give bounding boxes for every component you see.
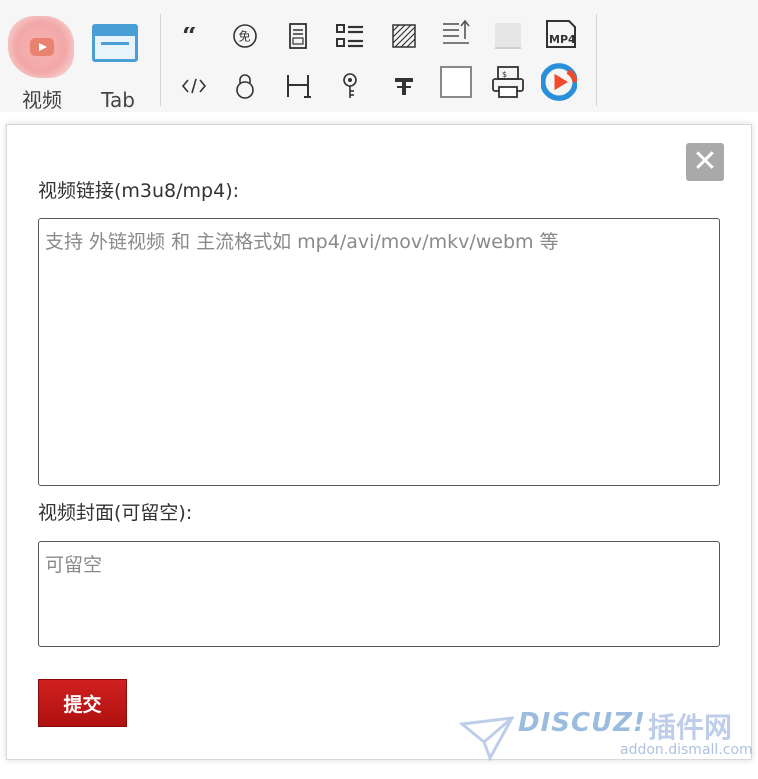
video-dialog: ✕ 视频链接(m3u8/mp4): 视频封面(可留空): 提交 bbox=[6, 124, 752, 760]
tab-icon bbox=[92, 24, 138, 62]
watermark-brand: DISCUZ! bbox=[518, 708, 646, 738]
video-link-label: 视频链接(m3u8/mp4): bbox=[38, 180, 240, 202]
blank-icon[interactable] bbox=[490, 18, 526, 54]
close-icon: ✕ bbox=[692, 144, 718, 179]
paper-plane-icon bbox=[460, 716, 514, 762]
close-button[interactable]: ✕ bbox=[686, 143, 724, 181]
cover-label: 视频封面(可留空): bbox=[38, 502, 193, 524]
text-icon[interactable] bbox=[386, 68, 422, 104]
square-icon[interactable] bbox=[438, 64, 474, 100]
code-icon[interactable] bbox=[176, 68, 212, 104]
document-icon[interactable] bbox=[280, 18, 316, 54]
mp4-icon[interactable]: MP4 bbox=[543, 16, 579, 52]
quote-icon[interactable]: “ bbox=[176, 18, 212, 54]
tab-button[interactable]: Tab bbox=[80, 10, 156, 112]
svg-text:MP4: MP4 bbox=[549, 33, 576, 46]
sort-up-icon[interactable] bbox=[438, 14, 474, 50]
list-icon[interactable] bbox=[332, 18, 368, 54]
svg-text:$: $ bbox=[502, 70, 507, 79]
video-icon bbox=[8, 16, 74, 78]
svg-text:“: “ bbox=[182, 27, 197, 45]
free-icon[interactable]: 免 bbox=[227, 18, 263, 54]
watermark-cn: 插件网 bbox=[648, 711, 733, 744]
video-button[interactable]: 视频 bbox=[4, 10, 80, 112]
watermark-url: addon.dismall.com bbox=[620, 742, 753, 758]
watermark: DISCUZ! 插件网 addon.dismall.com bbox=[458, 704, 758, 774]
play-logo-icon[interactable] bbox=[541, 63, 577, 101]
key-icon[interactable] bbox=[332, 68, 368, 104]
hatch-icon[interactable] bbox=[386, 18, 422, 54]
submit-button[interactable]: 提交 bbox=[38, 679, 127, 727]
video-button-label: 视频 bbox=[22, 88, 62, 112]
lock-icon[interactable] bbox=[227, 68, 263, 104]
bracket-icon[interactable] bbox=[280, 68, 316, 104]
cover-input[interactable] bbox=[38, 541, 720, 647]
editor-toolbar: 视频 Tab “ 免 MP4 $ bbox=[0, 0, 758, 112]
toolbar-separator bbox=[596, 14, 597, 106]
svg-text:免: 免 bbox=[239, 29, 251, 44]
printer-icon[interactable]: $ bbox=[490, 64, 526, 100]
tab-button-label: Tab bbox=[101, 88, 135, 112]
video-link-input[interactable] bbox=[38, 218, 720, 486]
toolbar-separator bbox=[160, 14, 161, 106]
